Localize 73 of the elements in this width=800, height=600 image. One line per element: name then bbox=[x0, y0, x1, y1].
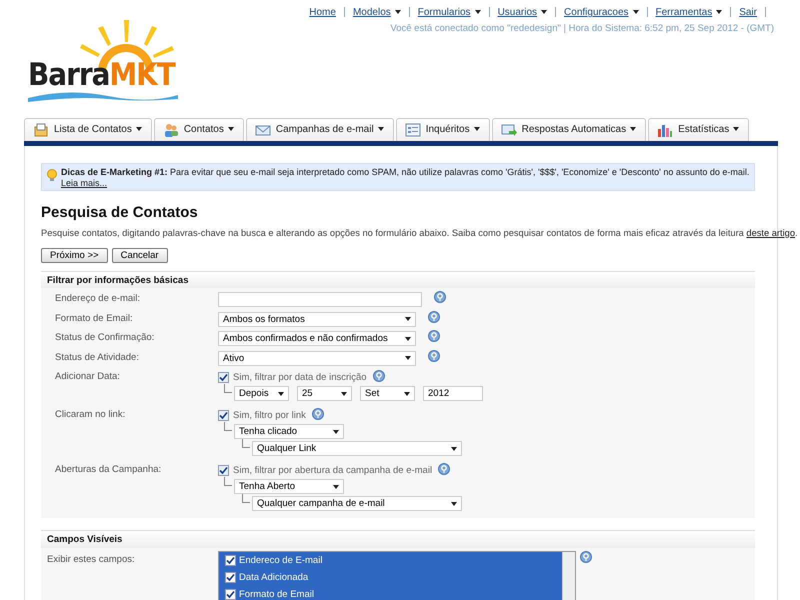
checkbox[interactable] bbox=[225, 588, 236, 600]
help-icon[interactable] bbox=[428, 350, 440, 362]
menu-tab[interactable]: Respostas Automaticas bbox=[492, 118, 646, 141]
checkbox-label: Sim, filtrar por abertura da campanha de e-mail bbox=[233, 464, 432, 476]
read-more-link[interactable]: Leia mais... bbox=[61, 178, 108, 188]
help-icon[interactable] bbox=[434, 291, 446, 304]
field-label: Exibir estes campos: bbox=[46, 552, 136, 567]
dropdown[interactable]: Tenha clicado bbox=[234, 424, 344, 440]
logo-text: BarraMKT bbox=[28, 60, 175, 91]
bar-chart-icon bbox=[657, 122, 674, 138]
nav-menu-link[interactable]: Formularios bbox=[418, 7, 481, 18]
section-header: Campos Visíveis bbox=[41, 530, 755, 548]
help-icon[interactable] bbox=[428, 330, 440, 342]
list-item-label[interactable]: Formato de Email bbox=[239, 588, 314, 600]
envelope-arrow-icon bbox=[500, 122, 517, 138]
intro-text: Pesquise contatos, digitando palavras-chave na busca e alterando as opções no formulário abaixo. Saiba como pesquisar contatos de forma mais eficaz através da leitura deste artigo. bbox=[41, 228, 798, 239]
dropdown[interactable]: Ativo bbox=[218, 350, 416, 366]
nav-link-text[interactable]: Sair bbox=[739, 7, 757, 18]
folder-icon bbox=[33, 122, 49, 138]
field-label: Endereço de e-mail: bbox=[54, 292, 142, 306]
text-field[interactable] bbox=[218, 292, 422, 308]
nav-link-text[interactable]: Home bbox=[309, 7, 336, 18]
dropdown[interactable]: Qualquer campanha de e-mail bbox=[252, 496, 462, 512]
lightbulb-icon bbox=[46, 169, 58, 182]
checkbox-label: Sim, filtro por link bbox=[233, 410, 306, 422]
dropdown[interactable]: 25 bbox=[297, 386, 352, 402]
field-label: Formato de Email: bbox=[54, 312, 134, 326]
checkbox[interactable] bbox=[218, 464, 229, 476]
help-icon[interactable] bbox=[428, 310, 440, 323]
field-label: Aberturas da Campanha: bbox=[54, 463, 162, 478]
cancel-button[interactable]: Cancelar bbox=[112, 248, 168, 263]
nav-menu-link[interactable]: Ferramentas bbox=[656, 7, 722, 18]
tip-text: Dicas de E-Marketing #1: Para evitar que seu e-mail seja interpretado como SPAM, não utilize palavras como 'Grátis', '$$$', 'Economize' e 'Desconto' no assunto do e-mail. bbox=[61, 167, 750, 178]
fields-listbox[interactable]: Endereco de E-mail Data Adicionada Formato de Email bbox=[218, 550, 576, 600]
text-field[interactable]: 2012 bbox=[423, 386, 483, 402]
dropdown[interactable]: Qualquer Link bbox=[252, 441, 462, 456]
field-label: Clicaram no link: bbox=[54, 408, 126, 422]
help-icon[interactable] bbox=[580, 550, 592, 563]
checkbox[interactable] bbox=[218, 372, 229, 383]
nav-menu-link[interactable]: Usuarios bbox=[498, 7, 548, 18]
dropdown[interactable]: Depois bbox=[234, 386, 289, 402]
dropdown[interactable]: Set bbox=[360, 386, 415, 402]
dropdown[interactable]: Tenha Aberto bbox=[234, 479, 344, 494]
menu-tab[interactable]: Estatísticas bbox=[648, 118, 750, 141]
menu-tab[interactable]: Campanhas de e-mail bbox=[246, 118, 394, 141]
dropdown[interactable]: Ambos confirmados e não confirmados bbox=[218, 331, 416, 346]
nav-menu-link[interactable]: Modelos bbox=[352, 7, 401, 18]
help-icon[interactable] bbox=[438, 463, 450, 476]
people-icon bbox=[162, 122, 179, 138]
scrollbar[interactable] bbox=[562, 552, 575, 600]
field-label: Status de Atividade: bbox=[54, 350, 140, 365]
session-info: Você está conectado como "rededesign" | Hora do Sistema: 6:52 pm, 25 Sep 2012 - (GMT) bbox=[389, 23, 774, 34]
menu-tab[interactable]: Contatos bbox=[154, 118, 244, 141]
list-item-label[interactable]: Data Adicionada bbox=[239, 572, 308, 583]
dropdown[interactable]: Ambos os formatos bbox=[218, 312, 416, 327]
field-label: Adicionar Data: bbox=[54, 370, 121, 384]
checkbox[interactable] bbox=[225, 572, 236, 583]
field-label: Status de Confirmação: bbox=[54, 331, 156, 346]
menu-tab[interactable]: Inquéritos bbox=[396, 118, 490, 141]
checkbox-label: Sim, filtrar por data de inscrição bbox=[233, 372, 367, 384]
wave-icon bbox=[28, 90, 178, 104]
next-button[interactable]: Próximo >> bbox=[41, 248, 108, 263]
help-icon[interactable] bbox=[312, 408, 324, 420]
page-title: Pesquisa de Contatos bbox=[41, 204, 199, 222]
form-icon bbox=[404, 122, 421, 138]
help-icon[interactable] bbox=[372, 370, 385, 382]
list-item-label[interactable]: Endereco de E-mail bbox=[239, 554, 322, 566]
checkbox[interactable] bbox=[225, 554, 236, 566]
checkbox[interactable] bbox=[218, 410, 229, 421]
nav-menu-link[interactable]: Configuracoes bbox=[564, 7, 639, 18]
section-header: Filtrar por informações básicas bbox=[41, 270, 755, 288]
article-link[interactable]: deste artigo bbox=[746, 228, 796, 238]
menu-tab[interactable]: Lista de Contatos bbox=[24, 118, 152, 141]
